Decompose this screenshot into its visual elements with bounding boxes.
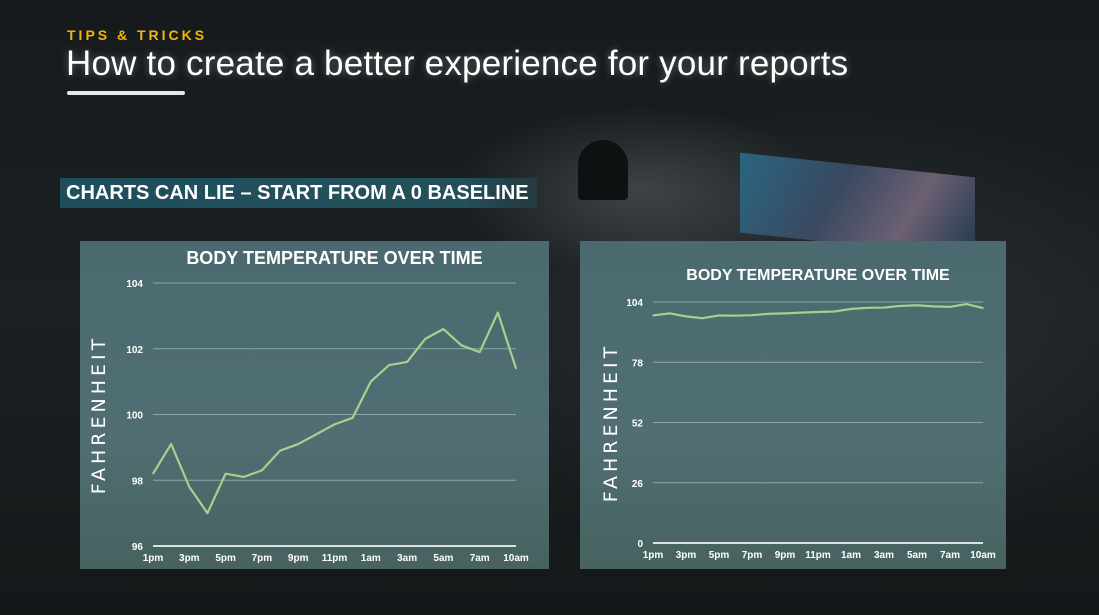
x-tick-label: 7pm (742, 550, 763, 561)
x-tick-label: 5pm (709, 550, 730, 561)
data-point (424, 338, 427, 340)
section-subtitle: CHARTS CAN LIE – START FROM A 0 BASELINE (60, 178, 537, 208)
data-point (442, 328, 445, 330)
chart-zoomed-axis: BODY TEMPERATURE OVER TIME FAHRENHEIT 96 98… (88, 248, 529, 564)
data-point (701, 317, 704, 320)
y-tick-label: 104 (626, 298, 643, 309)
data-point (668, 312, 671, 315)
y-tick-label: 98 (132, 476, 144, 487)
data-point (388, 364, 390, 366)
data-point (685, 315, 687, 318)
title-underline (67, 91, 185, 95)
data-point (817, 311, 819, 313)
data-point (206, 512, 209, 514)
data-point (767, 313, 770, 315)
x-tick-label: 1am (361, 553, 381, 564)
data-point (949, 306, 951, 308)
x-tick-label: 9pm (288, 553, 309, 564)
data-point (833, 310, 836, 313)
data-point (982, 307, 984, 309)
x-tick-label: 10am (503, 553, 529, 564)
x-tick-label: 3pm (676, 550, 697, 561)
data-point (515, 367, 517, 370)
data-point (850, 308, 852, 310)
x-tick-label: 5am (433, 553, 453, 564)
x-tick-label: 1am (841, 550, 861, 561)
data-point (866, 306, 869, 309)
data-point (152, 472, 154, 475)
y-axis-label: FAHRENHEIT (600, 343, 622, 502)
data-point (370, 380, 372, 383)
desk-lamp (578, 140, 628, 200)
temperature-line (152, 311, 518, 515)
data-point (261, 469, 263, 472)
y-axis-label: FAHRENHEIT (88, 335, 110, 494)
x-tick-label: 1pm (643, 550, 664, 561)
x-tick-label: 3am (874, 550, 894, 561)
chart-panel-zoomed: BODY TEMPERATURE OVER TIME FAHRENHEIT 96 98… (80, 241, 549, 569)
data-point (406, 361, 408, 363)
chart-title: BODY TEMPERATURE OVER TIME (186, 248, 482, 268)
data-point (784, 312, 786, 315)
x-tick-label: 1pm (143, 553, 164, 564)
data-point (883, 306, 885, 309)
data-point (916, 304, 918, 307)
chart-title: BODY TEMPERATURE OVER TIME (686, 267, 950, 284)
x-tick-label: 3pm (179, 553, 200, 564)
data-point (242, 476, 245, 478)
x-tick-label: 9pm (775, 550, 796, 561)
data-point (478, 351, 481, 353)
x-tick-label: 10am (970, 550, 996, 561)
x-tick-label: 3am (397, 553, 417, 564)
y-tick-label: 78 (632, 358, 644, 369)
data-point (652, 314, 654, 317)
x-tick-label: 11pm (322, 553, 348, 564)
data-point (899, 305, 902, 307)
y-tick-label: 52 (632, 419, 644, 430)
data-point (965, 303, 968, 305)
y-tick-label: 104 (126, 279, 143, 290)
x-tick-label: 5pm (215, 553, 236, 564)
y-tick-label: 102 (126, 345, 143, 356)
data-point (800, 311, 803, 314)
data-point (932, 305, 935, 308)
data-point (297, 443, 299, 445)
x-tick-label: 7am (470, 553, 490, 564)
kicker-label: TIPS & TRICKS (67, 27, 208, 43)
data-point (279, 449, 281, 452)
x-tick-label: 7pm (252, 553, 273, 564)
data-point (718, 314, 720, 317)
data-point (188, 486, 191, 488)
chart-panel-zero-baseline: BODY TEMPERATURE OVER TIME FAHRENHEIT 0 26 5… (580, 241, 1006, 569)
data-point (351, 416, 354, 419)
page-title: How to create a better experience for yo… (66, 44, 849, 83)
y-tick-label: 96 (132, 542, 144, 553)
chart-zero-baseline: BODY TEMPERATURE OVER TIME FAHRENHEIT 0 26 5… (600, 267, 996, 561)
data-point (734, 314, 737, 317)
data-point (751, 314, 753, 317)
y-tick-label: 26 (632, 479, 644, 490)
data-point (497, 311, 499, 314)
y-tick-label: 100 (126, 411, 143, 422)
data-point (460, 344, 463, 347)
data-point (170, 443, 172, 445)
y-tick-label: 0 (637, 539, 643, 550)
data-point (315, 433, 318, 436)
x-tick-label: 11pm (805, 550, 831, 561)
data-point (224, 472, 227, 475)
x-tick-label: 5am (907, 550, 927, 561)
data-point (333, 423, 336, 426)
x-tick-label: 7am (940, 550, 960, 561)
